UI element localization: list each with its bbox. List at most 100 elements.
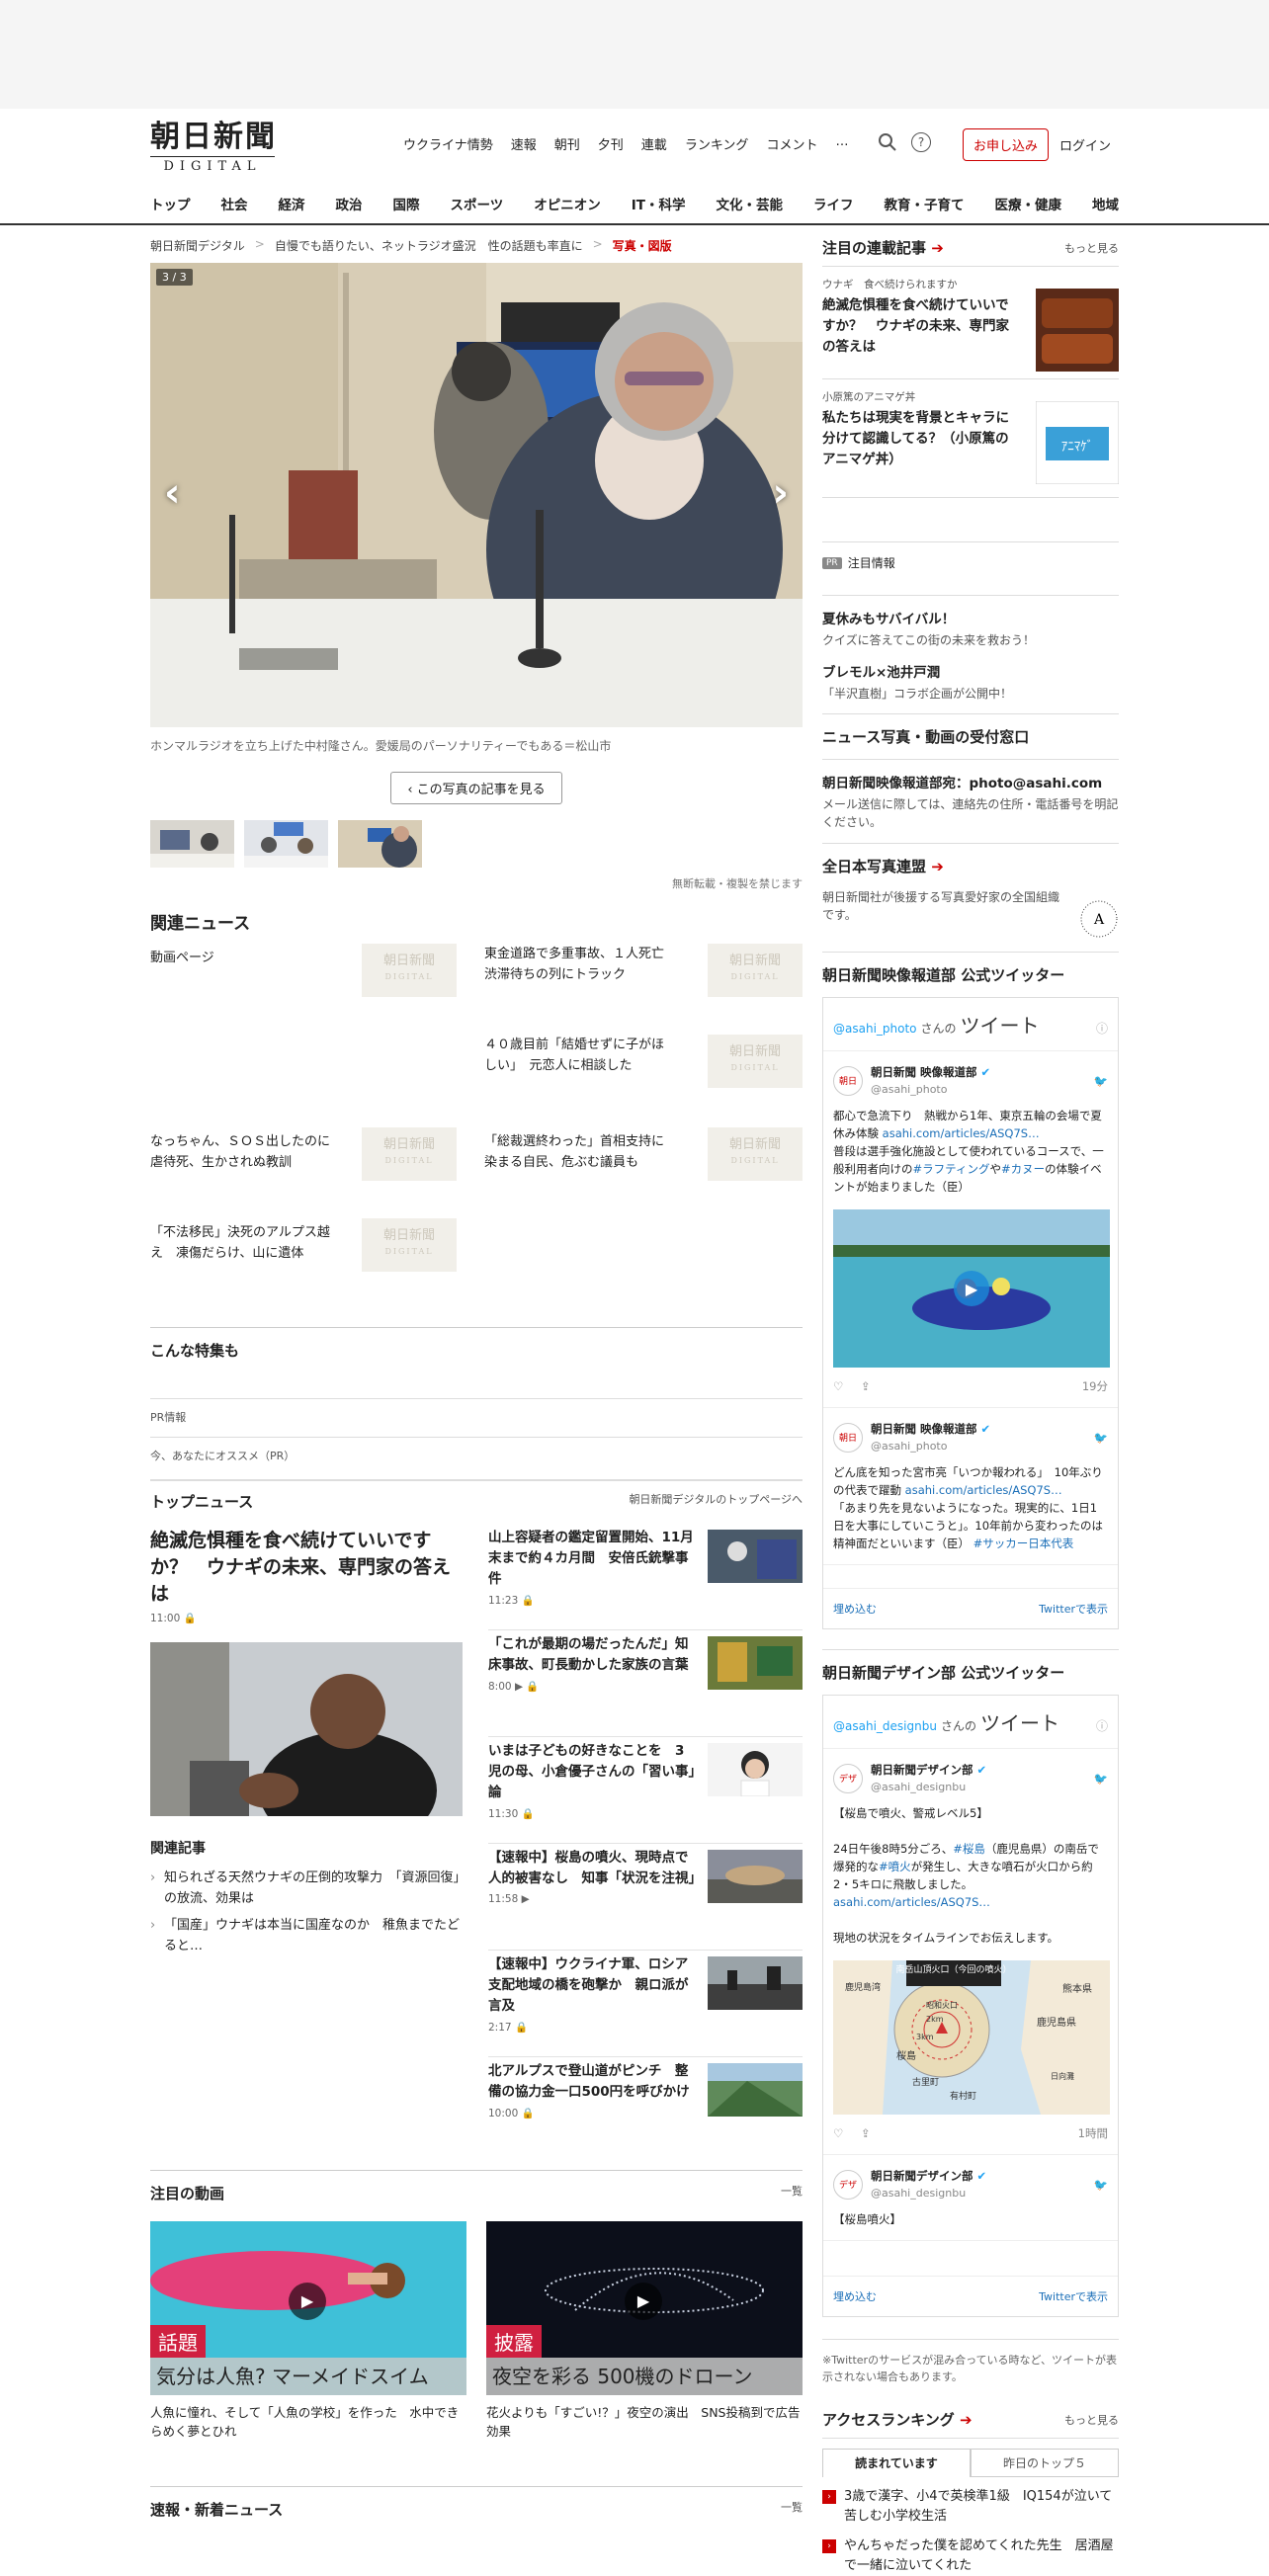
related-item[interactable]: 「総裁選終わった」首相支持に染まる自民、危ぶむ議員も — [484, 1131, 672, 1173]
series-item[interactable]: ウナギ 食べ続けられますか 絶滅危惧種を食べ続けていいですか？ ウナギの未来、専… — [822, 277, 1119, 379]
rafting-video-thumb[interactable]: ▶ — [833, 1209, 1110, 1368]
video-description[interactable]: 人魚に憧れ、そして「人魚の学校」を作った 水中できらめく夢とひれ — [150, 2403, 466, 2441]
news-item[interactable]: 北アルプスで登山道がピンチ 整備の協力金一口500円を呼びかけ 10:00 🔒 — [488, 2061, 803, 2164]
search-icon[interactable] — [878, 132, 897, 152]
embed-link[interactable]: 埋め込む — [833, 1601, 877, 1617]
top-page-link[interactable]: 朝日新聞デジタルのトップページへ — [629, 1491, 803, 1512]
news-item[interactable]: 山上容疑者の鑑定留置開始、11月末まで約４カ月間 安倍氏銃撃事件 11:23 🔒 — [488, 1528, 803, 1630]
photo-league-title[interactable]: 全日本写真連盟 ➔ — [822, 856, 1119, 876]
nav-ranking[interactable]: ランキング — [685, 134, 749, 153]
thumbnail-3[interactable] — [338, 820, 422, 868]
cat-society[interactable]: 社会 — [221, 194, 248, 213]
cat-top[interactable]: トップ — [150, 194, 191, 213]
cat-life[interactable]: ライフ — [813, 194, 854, 213]
related-article-link[interactable]: 「国産」ウナギは本当に国産なのか 稚魚までたどると… — [150, 1915, 463, 1956]
ranking-item[interactable]: › 3歳で漢字、小4で英検準1級 IQ154が泣いて苦しむ小学校生活 — [822, 2487, 1119, 2527]
play-icon[interactable]: ▶ — [625, 2283, 662, 2320]
avatar[interactable]: デザ — [833, 2170, 863, 2200]
hashtag-link[interactable]: #桜島 — [953, 1842, 985, 1856]
hashtag-link[interactable]: #サッカー日本代表 — [973, 1537, 1074, 1550]
like-icon[interactable]: ♡ ⇪ — [833, 1377, 871, 1395]
cat-culture[interactable]: 文化・芸能 — [716, 194, 783, 213]
tweet-link[interactable]: asahi.com/articles/ASQ7S… — [883, 1126, 1040, 1140]
tweet[interactable]: デザ 朝日新聞デザイン部 ✔ @asahi_designbu 🐦 【桜島噴火】 — [823, 2155, 1118, 2241]
nav-comment[interactable]: コメント — [766, 134, 817, 153]
main-photo[interactable]: 3 / 3 ‹ › — [150, 263, 803, 727]
prev-arrow-icon[interactable]: ‹ — [164, 470, 180, 516]
cat-economy[interactable]: 経済 — [279, 194, 305, 213]
cat-it-science[interactable]: IT・科学 — [632, 194, 686, 213]
series-item[interactable]: 小原篤のアニマゲ丼 私たちは現実を背景とキャラに分けて認識してる？（小原篤のアニ… — [822, 389, 1119, 498]
thumbnail-2[interactable] — [244, 820, 328, 868]
info-icon[interactable]: ⓘ — [1096, 1020, 1108, 1037]
tweet-link[interactable]: asahi.com/articles/ASQ7S… — [833, 1895, 990, 1909]
cat-region[interactable]: 地域 — [1092, 194, 1119, 213]
video-card[interactable]: 話題 気分は人魚? マーメイドスイム ▶ — [150, 2221, 466, 2395]
related-item[interactable]: なっちゃん、ＳＯＳ出したのに 虐待死、生かされぬ教訓 — [150, 1131, 343, 1173]
nav-choukan[interactable]: 朝刊 — [554, 134, 580, 153]
hashtag-link[interactable]: #カヌー — [1001, 1162, 1045, 1176]
sakurajima-map[interactable]: 南岳山頂火口（今回の噴火） 鹿児島湾 熊本県 鹿児島県 昭和火口 2km 3km… — [833, 1960, 1110, 2115]
login-link[interactable]: ログイン — [1059, 135, 1111, 154]
more-menu-icon[interactable]: … — [835, 134, 848, 153]
cat-international[interactable]: 国際 — [393, 194, 420, 213]
avatar[interactable]: 朝日 — [833, 1423, 863, 1453]
photo-submit-email[interactable]: 朝日新聞映像報道部宛：photo@asahi.com — [822, 772, 1119, 791]
avatar[interactable]: デザ — [833, 1764, 863, 1793]
related-item[interactable]: 東金道路で多重事故、１人死亡 渋滞待ちの列にトラック — [484, 944, 677, 985]
cat-opinion[interactable]: オピニオン — [534, 194, 601, 213]
related-item[interactable]: ４０歳目前「結婚せずに子がほしい」 元恋人に相談した — [484, 1035, 672, 1076]
thumbnail-1[interactable] — [150, 820, 234, 868]
nav-sokuhou[interactable]: 速報 — [511, 134, 537, 153]
latest-news-more[interactable]: 一覧 — [781, 2499, 803, 2520]
site-logo[interactable]: 朝日新聞 DIGITAL — [150, 121, 279, 180]
view-on-twitter-link[interactable]: Twitterで表示 — [1039, 1601, 1108, 1617]
help-icon[interactable]: ? — [911, 132, 931, 152]
breadcrumb-home[interactable]: 朝日新聞デジタル — [150, 237, 245, 257]
lead-photo[interactable] — [150, 1642, 463, 1816]
video-card[interactable]: 披露 夜空を彩る 500機のドローン ▶ — [486, 2221, 803, 2395]
play-icon[interactable]: ▶ — [289, 2283, 326, 2320]
twitter-handle-link[interactable]: @asahi_photo — [833, 1022, 917, 1036]
next-arrow-icon[interactable]: › — [773, 470, 789, 516]
related-item[interactable]: 「不法移民」決死のアルプス越え 凍傷だらけ、山に遺体 — [150, 1222, 338, 1264]
pr-item[interactable]: ブレモル×池井戸潤 「半沢直樹」コラボ企画が公開中！ — [822, 661, 1119, 713]
nav-renzai[interactable]: 連載 — [641, 134, 667, 153]
video-description[interactable]: 花火よりも「すごい!？」夜空の演出 SNS投稿到で広告効果 — [486, 2403, 803, 2441]
lead-headline[interactable]: 絶滅危惧種を食べ続けていいですか？ ウナギの未来、専門家の答えは — [150, 1528, 463, 1608]
tweet-link[interactable]: asahi.com/articles/ASQ7S… — [905, 1483, 1062, 1497]
share-icon[interactable]: ⇪ — [861, 2126, 871, 2140]
hashtag-link[interactable]: #ラフティング — [913, 1162, 990, 1176]
hashtag-link[interactable]: #噴火 — [879, 1860, 911, 1873]
apply-button[interactable]: お申し込み — [963, 128, 1050, 161]
info-icon[interactable]: ⓘ — [1096, 1717, 1108, 1734]
cat-education[interactable]: 教育・子育て — [884, 194, 964, 213]
news-item[interactable]: 【速報中】桜島の噴火、現時点で人的被害なし 知事「状況を注視」 11:58 ▶ — [488, 1848, 803, 1951]
breadcrumb-article[interactable]: 自慢でも語りたい、ネットラジオ盛況 性の話題も率直に — [275, 237, 583, 257]
view-article-button[interactable]: ‹ この写真の記事を見る — [390, 772, 562, 804]
nav-ukraine[interactable]: ウクライナ情勢 — [403, 134, 493, 153]
tweet[interactable]: デザ 朝日新聞デザイン部 ✔ @asahi_designbu 🐦 【桜島で噴火、警… — [823, 1749, 1118, 2155]
tweet[interactable]: 朝日 朝日新聞 映像報道部 ✔ @asahi_photo 🐦 どん底を知った宮市亮… — [823, 1408, 1118, 1565]
twitter-handle-link[interactable]: @asahi_designbu — [833, 1719, 937, 1733]
cat-politics[interactable]: 政治 — [336, 194, 363, 213]
video-more-link[interactable]: 一覧 — [781, 2183, 803, 2203]
related-article-link[interactable]: 知られざる天然ウナギの圧倒的攻撃力 「資源回復」の放流、効果は — [150, 1868, 463, 1909]
pr-item[interactable]: 夏休みもサバイバル！ クイズに答えてこの街の未来を救おう！ — [822, 595, 1119, 661]
news-item[interactable]: 【速報中】ウクライナ軍、ロシア支配地域の橋を砲撃か 親ロ派が言及 2:17 🔒 — [488, 1954, 803, 2057]
cat-health[interactable]: 医療・健康 — [994, 194, 1061, 213]
view-on-twitter-link[interactable]: Twitterで表示 — [1039, 2288, 1108, 2304]
tab-yesterday-top5[interactable]: 昨日のトップ５ — [971, 2449, 1119, 2477]
embed-link[interactable]: 埋め込む — [833, 2288, 877, 2304]
news-item[interactable]: いまは子どもの好きなことを 3児の母、小倉優子さんの「習い事」論 11:30 🔒 — [488, 1741, 803, 1844]
ranking-more-link[interactable]: もっと見る — [1064, 2412, 1119, 2428]
ranking-item[interactable]: › やんちゃだった僕を認めてくれた先生 居酒屋で一緒に泣いてくれた — [822, 2536, 1119, 2576]
nav-yukan[interactable]: 夕刊 — [598, 134, 624, 153]
avatar[interactable]: 朝日 — [833, 1066, 863, 1096]
cat-sports[interactable]: スポーツ — [451, 194, 504, 213]
tab-most-read[interactable]: 読まれています — [822, 2449, 971, 2477]
news-item[interactable]: 「これが最期の場だったんだ」知床事故、町長動かした家族の言葉 8:00 ▶ 🔒 — [488, 1634, 803, 1737]
tweet[interactable]: 朝日 朝日新聞 映像報道部 ✔ @asahi_photo 🐦 都心で急流下り 熱戦… — [823, 1051, 1118, 1408]
series-more-link[interactable]: もっと見る — [1064, 240, 1119, 256]
share-icon[interactable]: ⇪ — [861, 1379, 871, 1393]
